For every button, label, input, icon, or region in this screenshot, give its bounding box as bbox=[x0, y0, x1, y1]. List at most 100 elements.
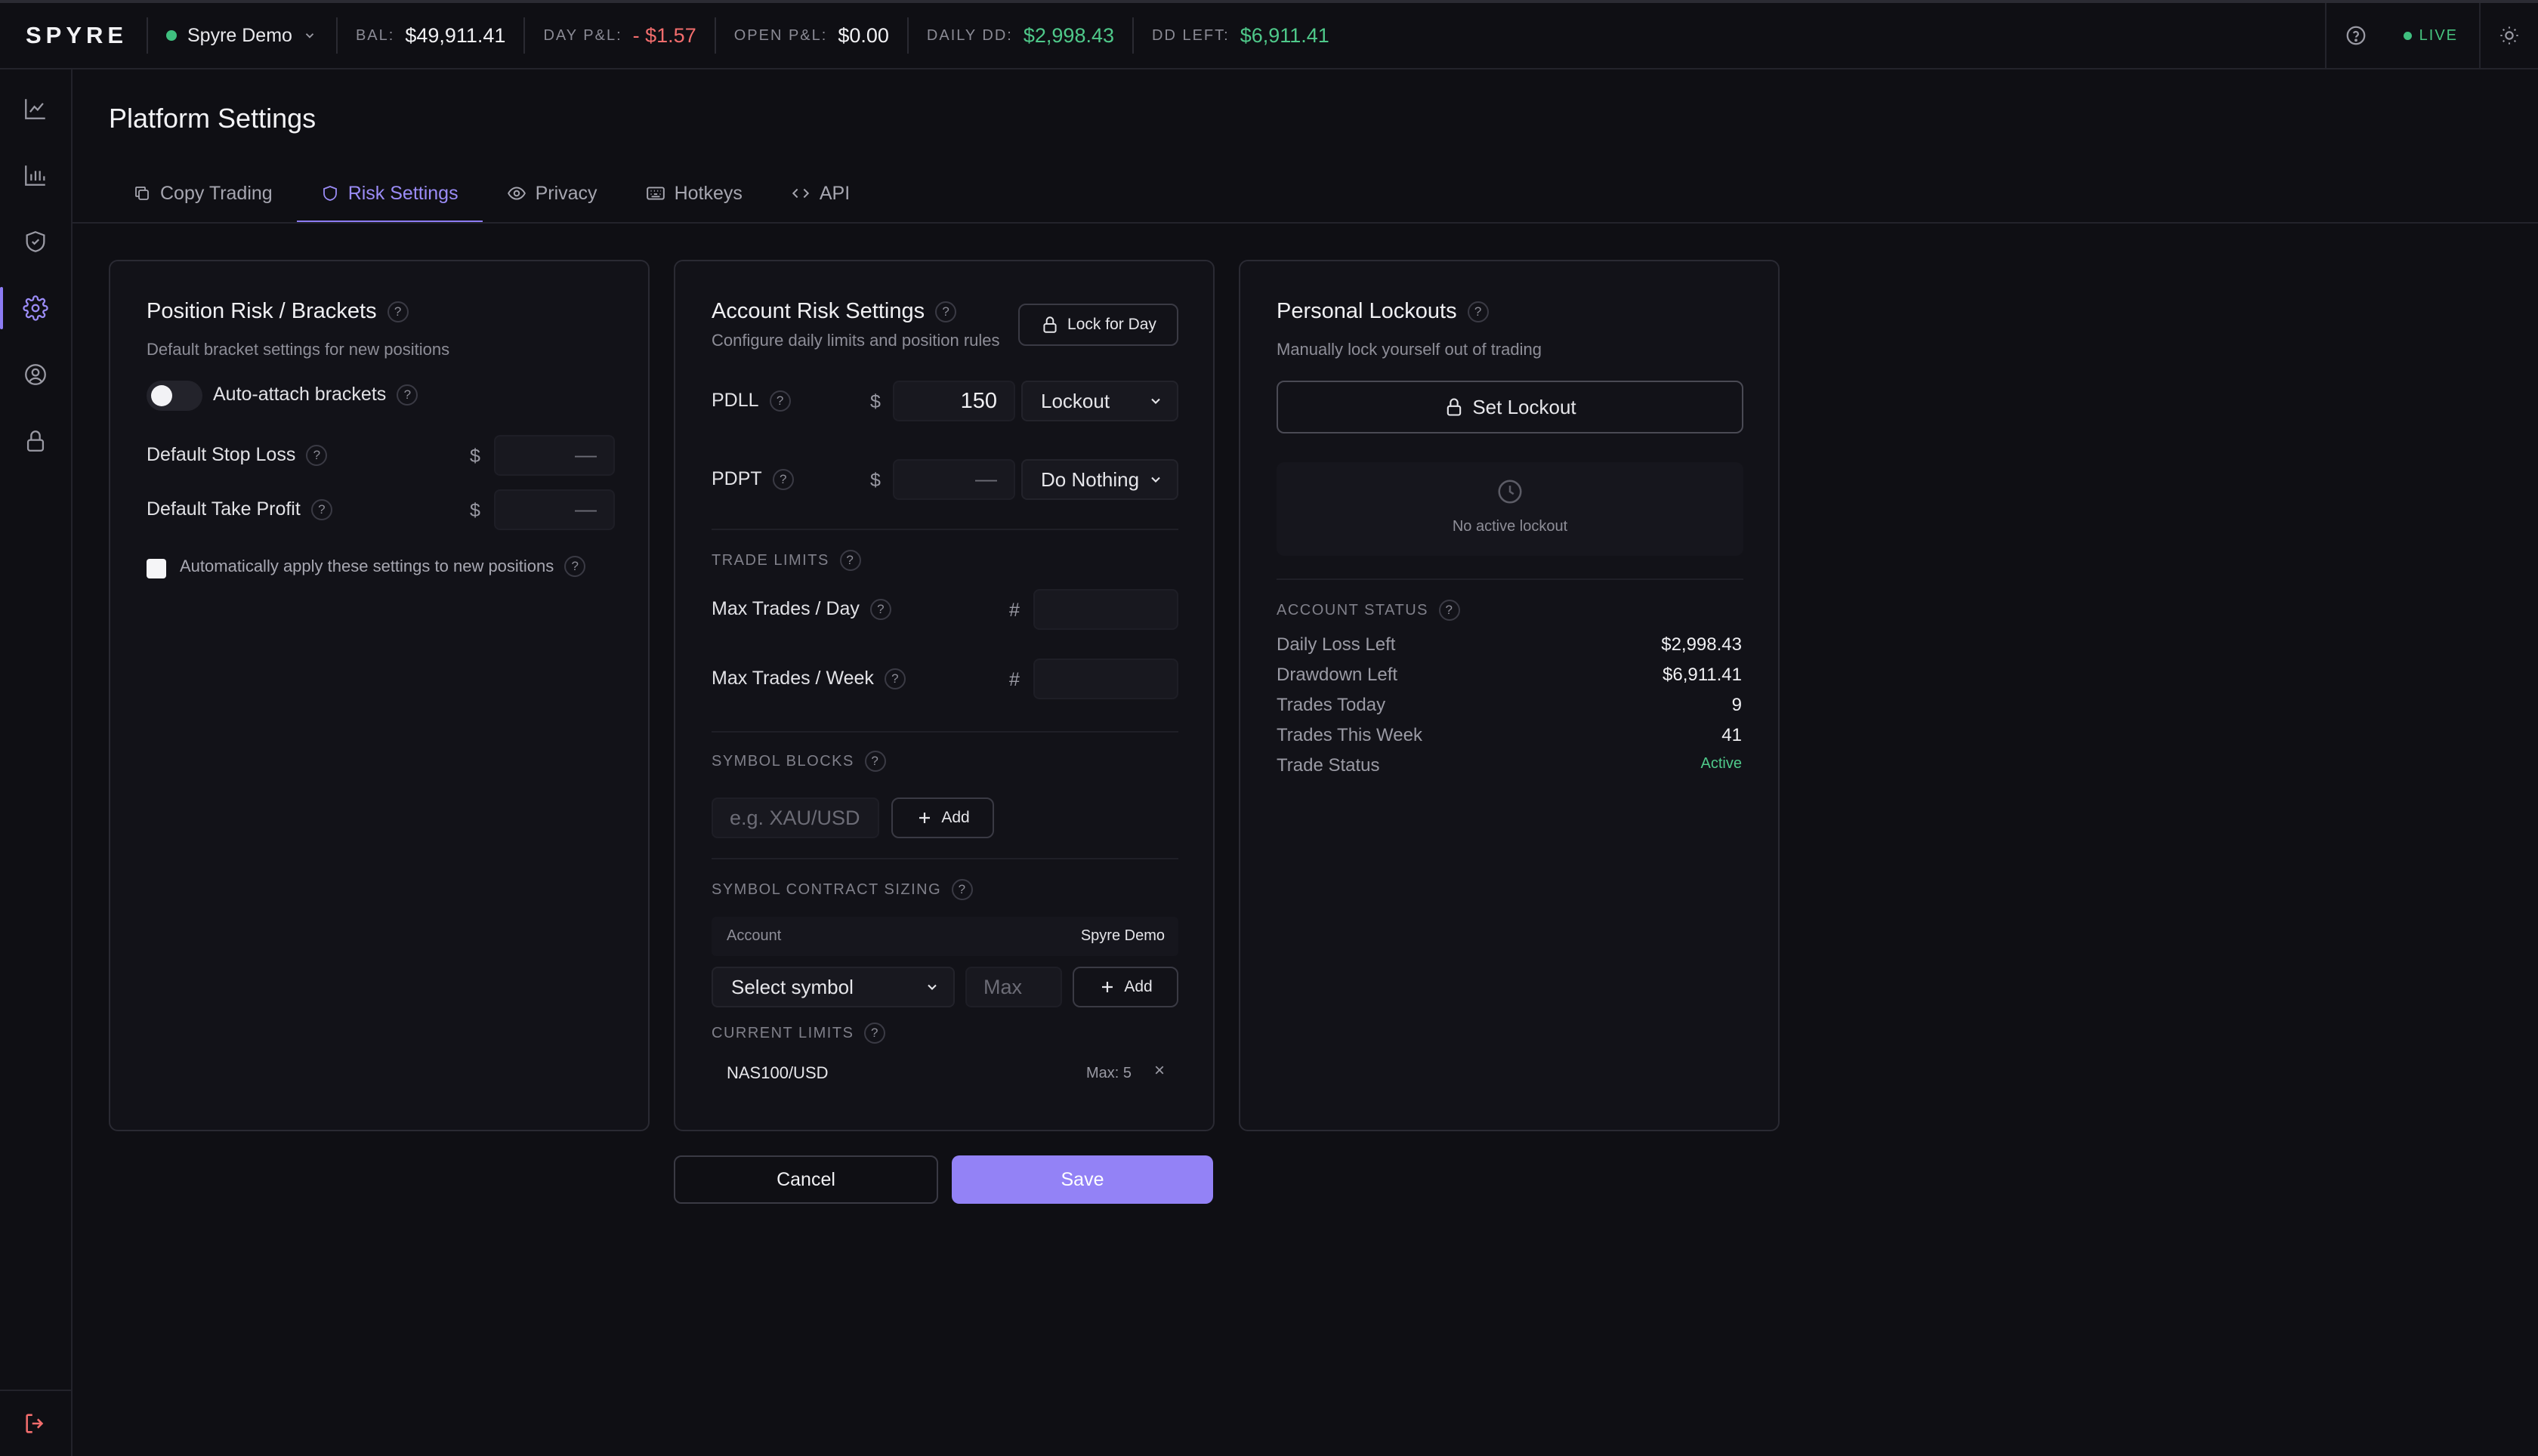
help-icon[interactable]: ? bbox=[935, 301, 957, 322]
section-label: ACCOUNT STATUS bbox=[1277, 601, 1429, 618]
dd-left-value: $6,911.41 bbox=[1240, 23, 1329, 47]
stop-loss-input[interactable]: — bbox=[494, 435, 615, 476]
help-icon[interactable]: ? bbox=[306, 444, 328, 466]
take-profit-input[interactable]: — bbox=[494, 489, 615, 530]
lock-for-day-button[interactable]: Lock for Day bbox=[1018, 304, 1178, 346]
currency-symbol: $ bbox=[870, 391, 881, 412]
cancel-button[interactable]: Cancel bbox=[674, 1155, 938, 1204]
symbol-select-value: Select symbol bbox=[731, 975, 854, 998]
dd-left-stat: DD LEFT: $6,911.41 bbox=[1134, 24, 1348, 48]
sidebar-item-dashboard[interactable] bbox=[0, 85, 71, 133]
account-status-heading: ACCOUNT STATUS ? bbox=[1277, 600, 1461, 621]
tab-label: Copy Trading bbox=[160, 182, 273, 204]
balance-label: BAL: bbox=[355, 26, 395, 44]
tab-label: API bbox=[819, 182, 851, 204]
status-value: 9 bbox=[1731, 695, 1742, 715]
tab-label: Hotkeys bbox=[674, 182, 743, 204]
daily-dd-label: DAILY DD: bbox=[926, 26, 1013, 44]
auto-attach-row: Auto-attach brackets ? bbox=[213, 384, 418, 406]
add-sizing-button[interactable]: Add bbox=[1073, 967, 1178, 1007]
help-button[interactable] bbox=[2324, 3, 2385, 68]
dd-left-label: DD LEFT: bbox=[1152, 26, 1230, 44]
personal-lockouts-panel: Personal Lockouts ? Manually lock yourse… bbox=[1239, 260, 1780, 1131]
pdpt-label: PDPT bbox=[712, 468, 762, 489]
remove-limit-button[interactable]: × bbox=[1154, 1060, 1165, 1081]
max-trades-day-row: Max Trades / Day ? bbox=[712, 598, 891, 620]
clock-icon bbox=[1498, 480, 1522, 504]
theme-toggle[interactable] bbox=[2479, 3, 2538, 68]
symbol-select[interactable]: Select symbol bbox=[712, 967, 955, 1007]
panel-subtitle: Configure daily limits and position rule… bbox=[712, 331, 1000, 350]
max-trades-week-row: Max Trades / Week ? bbox=[712, 668, 906, 689]
pdll-label: PDLL bbox=[712, 390, 759, 411]
symbol-block-input[interactable]: e.g. XAU/USD bbox=[712, 797, 879, 838]
account-selector[interactable]: Spyre Demo bbox=[148, 25, 336, 47]
tab-api[interactable]: API bbox=[767, 163, 874, 224]
panel-title-text: Account Risk Settings bbox=[712, 299, 925, 323]
help-icon[interactable]: ? bbox=[1467, 301, 1489, 322]
tab-hotkeys[interactable]: Hotkeys bbox=[622, 163, 767, 224]
pdpt-action-select[interactable]: Do Nothing bbox=[1021, 459, 1178, 500]
logout-button[interactable] bbox=[0, 1390, 71, 1456]
copy-icon bbox=[135, 187, 149, 200]
position-risk-panel: Position Risk / Brackets ? Default brack… bbox=[109, 260, 650, 1131]
status-key: Daily Loss Left bbox=[1277, 634, 1396, 655]
max-contracts-input[interactable]: Max bbox=[965, 967, 1062, 1007]
tab-copy-trading[interactable]: Copy Trading bbox=[109, 163, 297, 224]
pdll-input[interactable]: 150 bbox=[893, 381, 1015, 421]
help-icon[interactable]: ? bbox=[564, 556, 586, 577]
help-icon[interactable]: ? bbox=[397, 384, 418, 406]
lock-icon bbox=[26, 430, 45, 452]
pdll-action-select[interactable]: Lockout bbox=[1021, 381, 1178, 421]
shield-check-icon bbox=[26, 231, 45, 252]
empty-state-text: No active lockout bbox=[1452, 518, 1568, 535]
eye-icon bbox=[507, 187, 526, 200]
status-key: Trades This Week bbox=[1277, 725, 1422, 745]
help-icon[interactable]: ? bbox=[884, 668, 906, 689]
symbol-blocks-heading: SYMBOL BLOCKS ? bbox=[712, 751, 886, 772]
help-icon[interactable]: ? bbox=[864, 751, 886, 772]
tab-risk-settings[interactable]: Risk Settings bbox=[296, 163, 483, 224]
help-icon[interactable]: ? bbox=[1439, 600, 1461, 621]
pdll-action-value: Lockout bbox=[1041, 389, 1110, 412]
auto-apply-checkbox[interactable] bbox=[147, 559, 166, 578]
chevron-down-icon bbox=[305, 33, 314, 39]
help-icon[interactable]: ? bbox=[387, 301, 409, 322]
top-bar: SPYRE Spyre Demo BAL: $49,911.41 DAY P&L… bbox=[0, 0, 2538, 69]
save-button[interactable]: Save bbox=[952, 1155, 1213, 1204]
max-trades-week-input[interactable] bbox=[1033, 659, 1178, 699]
sidebar-item-risk[interactable] bbox=[0, 217, 71, 266]
help-icon[interactable]: ? bbox=[310, 498, 332, 520]
logout-icon bbox=[26, 1414, 44, 1433]
lock-icon bbox=[1043, 316, 1057, 333]
help-icon[interactable]: ? bbox=[864, 1023, 886, 1044]
max-trades-day-input[interactable] bbox=[1033, 589, 1178, 630]
help-icon[interactable]: ? bbox=[769, 390, 791, 412]
open-pnl-label: OPEN P&L: bbox=[733, 26, 828, 44]
plus-icon bbox=[919, 813, 931, 823]
set-lockout-button[interactable]: Set Lockout bbox=[1277, 381, 1743, 433]
help-icon[interactable]: ? bbox=[869, 598, 891, 620]
sidebar-item-settings[interactable] bbox=[0, 284, 71, 332]
section-label: TRADE LIMITS bbox=[712, 551, 829, 569]
add-symbol-block-button[interactable]: Add bbox=[891, 797, 994, 838]
page-title: Platform Settings bbox=[109, 103, 316, 134]
sidebar-item-lockouts[interactable] bbox=[0, 417, 71, 465]
pdpt-input[interactable]: — bbox=[893, 459, 1015, 500]
limit-max: Max: 5 bbox=[1085, 1065, 1132, 1081]
chevron-down-icon bbox=[1151, 477, 1160, 483]
tab-privacy[interactable]: Privacy bbox=[483, 163, 622, 224]
tab-label: Privacy bbox=[535, 182, 597, 204]
panel-title: Personal Lockouts ? bbox=[1277, 299, 1489, 324]
live-dot bbox=[2403, 31, 2412, 40]
sidebar-item-profile[interactable] bbox=[0, 350, 71, 399]
status-value: $2,998.43 bbox=[1661, 634, 1742, 655]
bar-chart-icon bbox=[25, 165, 45, 186]
help-icon[interactable]: ? bbox=[772, 468, 794, 490]
set-lockout-label: Set Lockout bbox=[1472, 395, 1576, 418]
lock-icon bbox=[1447, 398, 1462, 416]
auto-attach-toggle[interactable] bbox=[147, 381, 202, 411]
help-icon[interactable]: ? bbox=[839, 550, 861, 571]
help-icon[interactable]: ? bbox=[952, 879, 974, 900]
sidebar-item-analytics[interactable] bbox=[0, 151, 71, 199]
